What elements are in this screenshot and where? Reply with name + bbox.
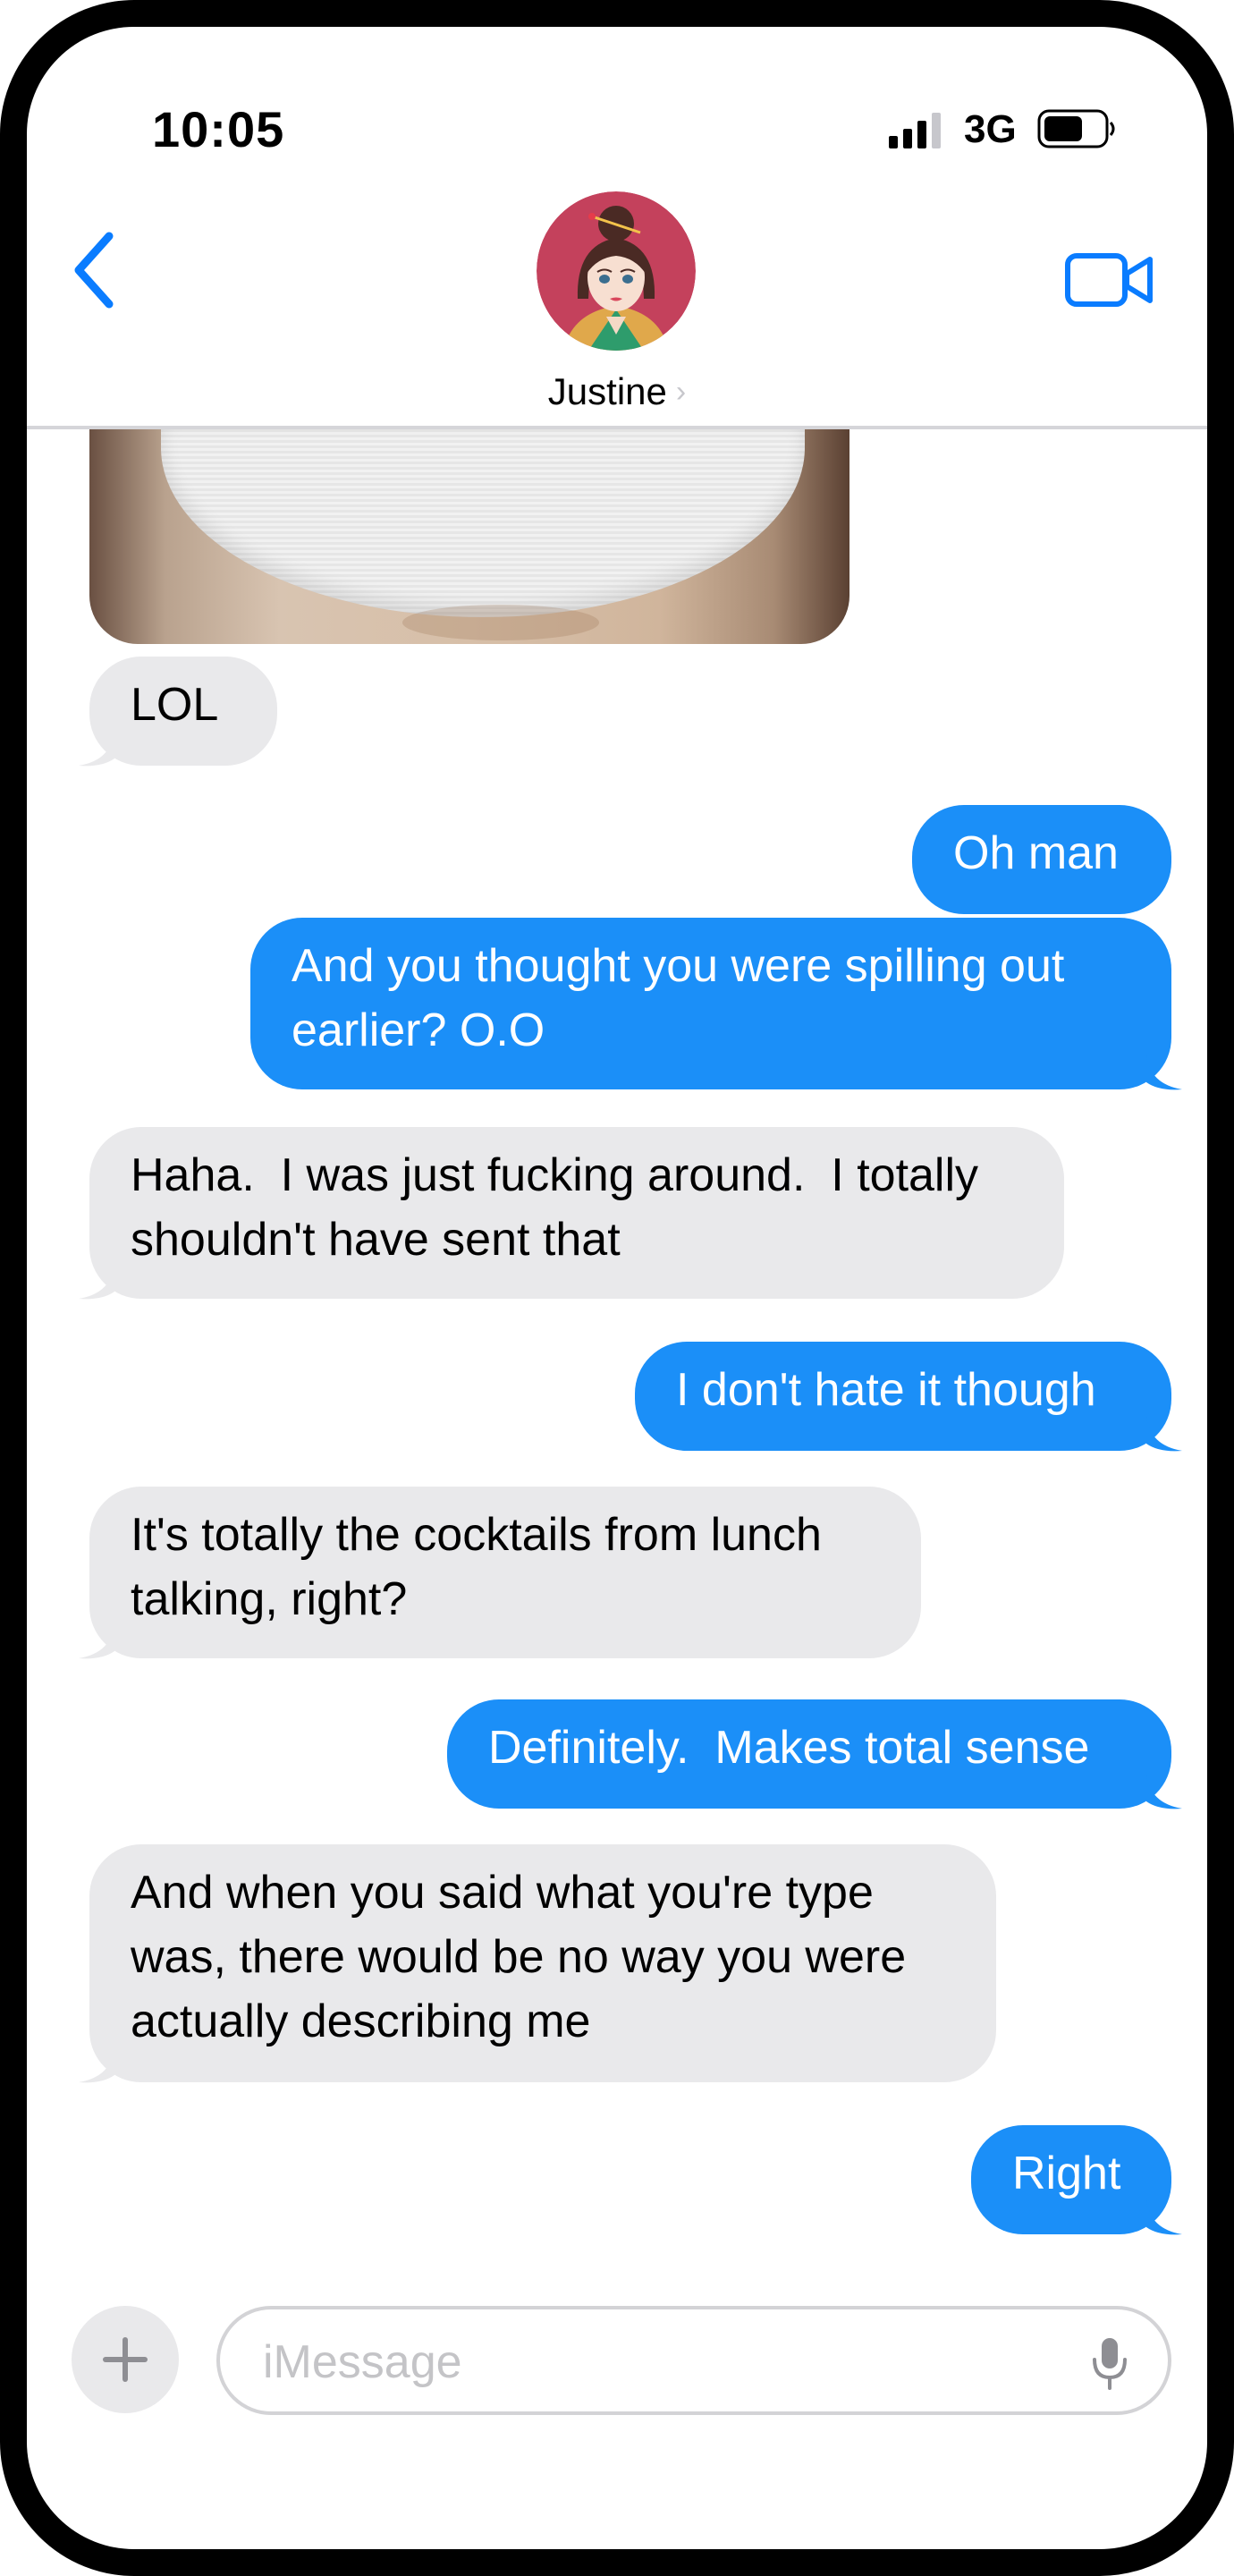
outgoing-bubble-tail [1146,2200,1182,2235]
phone-frame: 10:05 3G Justine › LOL Oh man And you th… [0,0,1234,2576]
outgoing-bubble-tail [1146,1417,1182,1452]
incoming-bubble-tail [79,732,114,767]
facetime-video-icon[interactable] [1064,247,1155,313]
contact-name[interactable]: Justine [548,370,667,412]
outgoing-message-bubble[interactable]: Oh man [912,805,1171,914]
incoming-message-bubble[interactable]: LOL [89,657,277,766]
incoming-bubble-tail [79,1624,114,1659]
battery-icon [1037,109,1115,148]
microphone-icon[interactable] [1087,2336,1132,2392]
photo-message[interactable] [89,429,849,644]
chevron-right-icon: › [675,375,687,409]
incoming-message-bubble[interactable]: Haha. I was just fucking around. I total… [89,1127,1064,1299]
network-type: 3G [964,107,1017,151]
incoming-bubble-tail [79,1265,114,1300]
imessage-input-container[interactable] [216,2306,1171,2415]
add-button[interactable] [72,2306,179,2413]
photo-content [161,429,805,617]
contact-avatar[interactable] [537,191,696,351]
chevron-left-icon[interactable] [66,225,120,315]
imessage-input[interactable] [261,2329,1034,2395]
incoming-bubble-tail [79,2048,114,2083]
outgoing-message-bubble[interactable]: Definitely. Makes total sense [447,1699,1171,1809]
cellular-signal-icon [889,113,941,148]
outgoing-message-bubble[interactable]: Right [971,2125,1171,2234]
incoming-message-bubble[interactable]: And when you said what you're type was, … [89,1844,996,2082]
outgoing-bubble-tail [1146,1775,1182,1809]
outgoing-bubble-tail [1146,1055,1182,1090]
outgoing-message-bubble[interactable]: And you thought you were spilling out ea… [250,918,1171,1089]
contact-name-row[interactable]: Justine › [27,370,1207,413]
photo-shading [402,605,599,640]
avatar-illustration [537,191,696,351]
status-time: 10:05 [152,101,285,157]
outgoing-message-bubble[interactable]: I don't hate it though [635,1342,1171,1451]
incoming-message-bubble[interactable]: It's totally the cocktails from lunch ta… [89,1487,921,1658]
plus-icon [103,2337,148,2382]
